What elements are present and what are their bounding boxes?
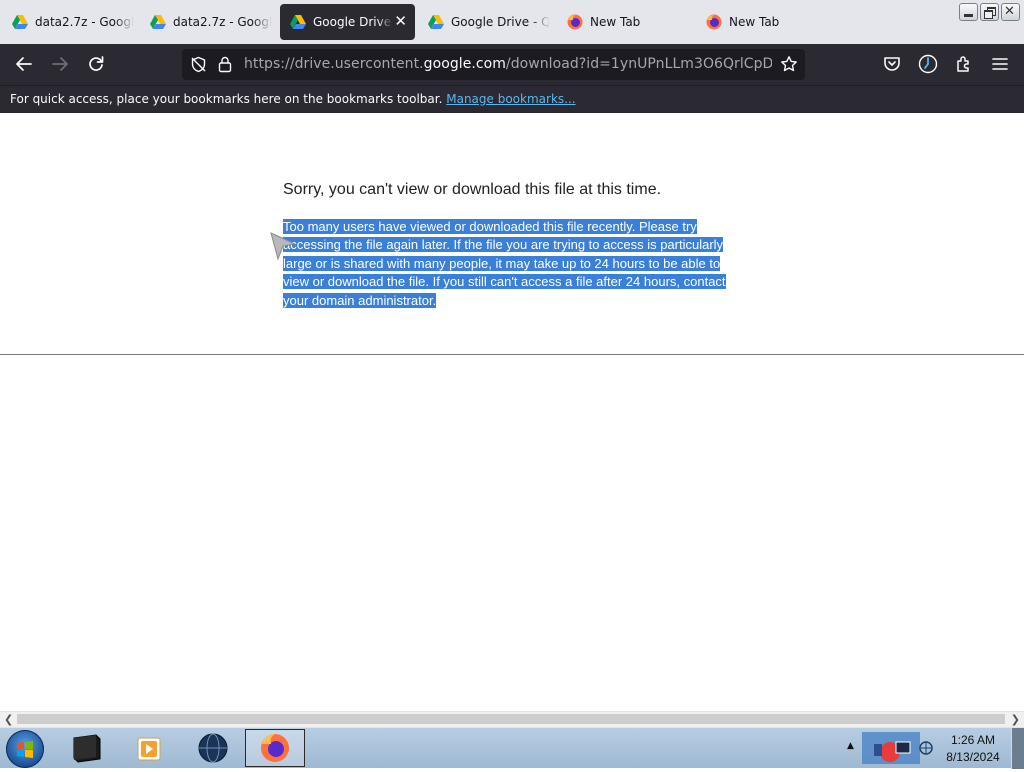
google-drive-icon xyxy=(428,15,444,29)
url-suffix: /download?id=1ynUPnLLm3O6QrlCpDz7A0h1Q xyxy=(505,56,772,72)
navigation-toolbar: https://drive.usercontent.google.com/dow… xyxy=(0,44,1024,85)
pocket-icon[interactable] xyxy=(882,54,902,74)
close-tab-icon[interactable]: ✕ xyxy=(394,13,407,29)
google-drive-icon xyxy=(12,15,28,29)
taskbar-media-player[interactable] xyxy=(118,729,178,767)
url-prefix: https://drive.usercontent. xyxy=(244,56,424,72)
back-arrow-icon[interactable] xyxy=(14,54,34,74)
terminal-app-icon xyxy=(73,734,101,763)
reload-icon[interactable] xyxy=(86,54,106,74)
clock-time: 1:26 AM xyxy=(950,733,996,747)
scrollbar-thumb[interactable] xyxy=(17,714,1005,724)
horizontal-scrollbar[interactable]: ❮ ❯ xyxy=(0,711,1024,727)
menu-hamburger-icon[interactable] xyxy=(990,54,1010,74)
tab-new-tab-2[interactable]: New Tab xyxy=(696,4,828,40)
media-player-icon xyxy=(137,737,161,761)
tab-google-drive-active[interactable]: Google Drive - ✕ xyxy=(280,4,415,40)
tab-data2-2[interactable]: data2.7z - Google xyxy=(140,4,272,40)
restore-button[interactable] xyxy=(980,3,999,21)
horizontal-divider xyxy=(0,354,1024,355)
windows-taskbar: ▲ 1:26 AM 8/13/2024 xyxy=(0,727,1024,769)
network-icon[interactable] xyxy=(918,740,934,756)
show-hidden-icons-icon[interactable]: ▲ xyxy=(847,741,854,751)
firefox-icon xyxy=(567,14,583,30)
tab-title: data2.7z - Google xyxy=(173,15,272,29)
firefox-icon xyxy=(261,734,289,762)
url-text[interactable]: https://drive.usercontent.google.com/dow… xyxy=(244,56,772,72)
tab-title: New Tab xyxy=(729,15,780,29)
globe-icon xyxy=(198,733,228,763)
taskbar-clock[interactable]: 1:26 AM 8/13/2024 xyxy=(940,732,1006,766)
mouse-pointer-icon xyxy=(270,232,296,261)
taskbar-firefox[interactable] xyxy=(245,729,305,767)
tab-data2-1[interactable]: data2.7z - Google xyxy=(2,4,134,40)
close-window-button[interactable]: ✕ xyxy=(1001,3,1020,21)
bookmark-star-icon[interactable] xyxy=(780,55,798,73)
firefox-icon xyxy=(706,14,722,30)
taskbar-terminal-app[interactable] xyxy=(58,729,118,767)
clock-date: 8/13/2024 xyxy=(946,750,1000,764)
lock-icon[interactable] xyxy=(218,56,232,73)
error-message: Too many users have viewed or downloaded… xyxy=(283,218,738,310)
bookmarks-toolbar: For quick access, place your bookmarks h… xyxy=(0,85,1024,113)
extensions-icon[interactable] xyxy=(954,54,974,74)
tab-title: Google Drive - Qu xyxy=(451,15,550,29)
tab-title: data2.7z - Google xyxy=(35,15,134,29)
tracking-protection-icon[interactable] xyxy=(190,56,207,73)
tab-new-tab-1[interactable]: New Tab xyxy=(557,4,689,40)
windows-logo-icon xyxy=(17,741,33,758)
url-host: google.com xyxy=(423,56,506,72)
taskbar-globe-app[interactable] xyxy=(183,729,243,767)
account-sync-icon[interactable] xyxy=(918,54,938,74)
show-desktop-button[interactable] xyxy=(1011,728,1024,769)
start-button[interactable] xyxy=(6,730,44,768)
selected-error-text: Too many users have viewed or downloaded… xyxy=(283,219,726,308)
address-bar[interactable]: https://drive.usercontent.google.com/dow… xyxy=(182,49,805,80)
forward-arrow-icon[interactable] xyxy=(50,54,70,74)
manage-bookmarks-link[interactable]: Manage bookmarks... xyxy=(446,92,575,106)
scroll-right-icon[interactable]: ❯ xyxy=(1011,712,1020,727)
minimize-button[interactable] xyxy=(959,3,978,21)
google-drive-icon xyxy=(150,15,166,29)
error-heading: Sorry, you can't view or download this f… xyxy=(283,181,662,198)
page-content: Sorry, you can't view or download this f… xyxy=(0,113,1024,711)
bookmarks-hint-text: For quick access, place your bookmarks h… xyxy=(10,92,443,106)
tray-app-icons[interactable] xyxy=(866,736,918,764)
tab-google-drive-qu[interactable]: Google Drive - Qu xyxy=(418,4,550,40)
tab-strip: data2.7z - Google data2.7z - Google Goog… xyxy=(0,0,1024,44)
google-drive-icon xyxy=(290,15,306,29)
tab-title: New Tab xyxy=(590,15,641,29)
window-controls: ✕ xyxy=(959,3,1020,21)
scroll-left-icon[interactable]: ❮ xyxy=(4,712,13,727)
tab-title: Google Drive - xyxy=(313,15,393,29)
